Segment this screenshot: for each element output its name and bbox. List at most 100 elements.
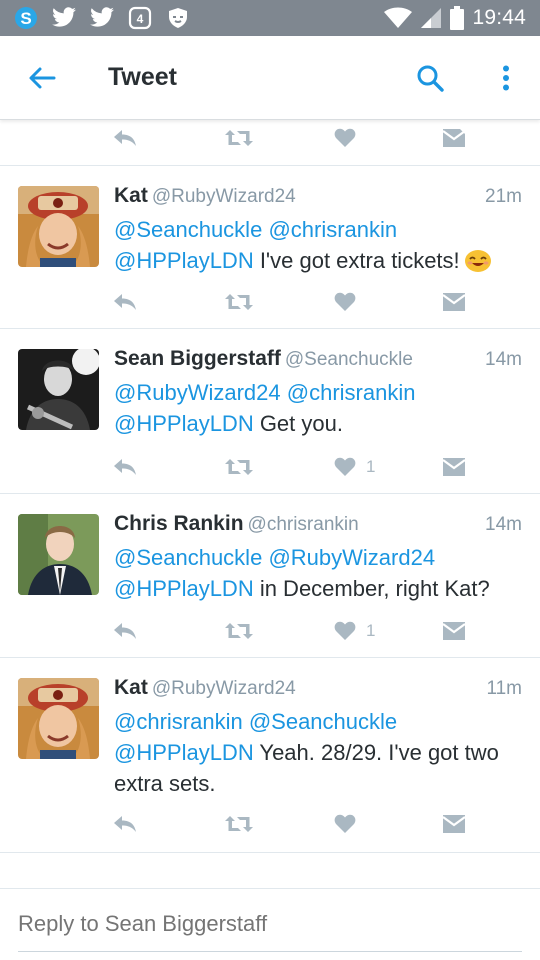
- shield-icon: [164, 4, 192, 32]
- tweet-text-segment: I've got extra tickets!: [253, 248, 460, 273]
- author-name[interactable]: Sean Biggerstaff: [114, 347, 281, 370]
- direct-message-icon: [442, 293, 466, 311]
- tweet[interactable]: Kat @RubyWizard24 11m @chrisrankin @Seanc…: [0, 658, 540, 852]
- reply-icon: [114, 816, 136, 832]
- mention-link[interactable]: @Seanchuckle: [114, 545, 262, 570]
- direct-message-icon: [442, 458, 466, 476]
- mention-link[interactable]: @HPPlayLDN: [114, 248, 254, 273]
- like-button[interactable]: [334, 809, 366, 839]
- author-name[interactable]: Kat: [114, 184, 148, 207]
- author-name[interactable]: Kat: [114, 676, 148, 699]
- like-button[interactable]: 1: [334, 616, 375, 646]
- retweet-button[interactable]: [224, 809, 254, 839]
- retweet-icon: [225, 130, 253, 146]
- mention-link[interactable]: @RubyWizard24: [114, 380, 281, 405]
- like-button[interactable]: [334, 123, 356, 153]
- direct-message-button[interactable]: [442, 287, 466, 317]
- battery-icon: [450, 6, 465, 30]
- avatar[interactable]: [18, 186, 99, 267]
- avatar[interactable]: [18, 678, 99, 759]
- reply-composer: [0, 888, 540, 960]
- smiling-face-emoji: [464, 248, 492, 272]
- direct-message-button[interactable]: [442, 123, 466, 153]
- back-button[interactable]: [24, 60, 60, 96]
- reply-icon: [114, 294, 136, 310]
- tweet-text: @RubyWizard24 @chrisrankin @HPPlayLDN Ge…: [114, 377, 514, 439]
- twitter-icon: [50, 4, 78, 32]
- tweet-body: Sean Biggerstaff @Seanchuckle 14m @RubyWi…: [114, 347, 522, 439]
- tweet-actions: 1: [0, 612, 540, 656]
- tweet[interactable]: Sean Biggerstaff @Seanchuckle 14m @RubyWi…: [0, 329, 540, 493]
- tweet-actions: [0, 283, 540, 327]
- like-button[interactable]: 1: [334, 452, 375, 482]
- reply-icon: [114, 459, 136, 475]
- retweet-icon: [225, 459, 253, 475]
- reply-icon: [114, 130, 136, 146]
- status-bar-system: 19:44: [384, 4, 526, 32]
- tweet[interactable]: Kat @RubyWizard24 21m @Seanchuckle @chris…: [0, 166, 540, 328]
- mention-link[interactable]: @RubyWizard24: [268, 545, 435, 570]
- author-handle[interactable]: @chrisrankin: [248, 514, 359, 535]
- notification-icon: 4: [126, 4, 154, 32]
- tweet[interactable]: Chris Rankin @chrisrankin 14m @Seanchuckl…: [0, 494, 540, 657]
- status-bar-notifications: S 4: [12, 4, 192, 32]
- reply-icon: [114, 623, 136, 639]
- more-options-button[interactable]: [492, 60, 520, 96]
- mention-link[interactable]: @Seanchuckle: [249, 709, 397, 734]
- avatar[interactable]: [18, 349, 99, 430]
- retweet-button[interactable]: [224, 287, 254, 317]
- reply-button[interactable]: [112, 287, 138, 317]
- tweet-timestamp: 14m: [485, 349, 522, 370]
- retweet-button[interactable]: [224, 123, 254, 153]
- author-handle[interactable]: @Seanchuckle: [285, 349, 413, 370]
- heart-icon: [334, 292, 356, 311]
- mention-link[interactable]: @chrisrankin: [114, 709, 243, 734]
- tweet-timestamp: 11m: [486, 678, 522, 699]
- direct-message-button[interactable]: [442, 452, 466, 482]
- like-button[interactable]: [334, 287, 366, 317]
- author-handle[interactable]: @RubyWizard24: [152, 678, 296, 699]
- reply-button[interactable]: [112, 616, 138, 646]
- author-handle[interactable]: @RubyWizard24: [152, 186, 296, 207]
- retweet-button[interactable]: [224, 616, 254, 646]
- reply-button[interactable]: [112, 809, 138, 839]
- mention-link[interactable]: @HPPlayLDN: [114, 411, 254, 436]
- reply-underline: [18, 951, 522, 952]
- reply-button[interactable]: [112, 452, 138, 482]
- mention-link[interactable]: @chrisrankin: [287, 380, 416, 405]
- direct-message-button[interactable]: [442, 616, 466, 646]
- tweet-text: @chrisrankin @Seanchuckle @HPPlayLDN Yea…: [114, 706, 499, 799]
- author-name[interactable]: Chris Rankin: [114, 512, 244, 535]
- tweet-header: Sean Biggerstaff @Seanchuckle 14m: [114, 347, 522, 377]
- tweet-text: @Seanchuckle @chrisrankin @HPPlayLDN I'v…: [114, 214, 514, 276]
- search-button[interactable]: [412, 60, 448, 96]
- tweet-text-segment: Get you.: [253, 411, 343, 436]
- direct-message-icon: [442, 622, 466, 640]
- more-vertical-icon: [503, 65, 509, 91]
- mention-link[interactable]: @HPPlayLDN: [114, 740, 254, 765]
- mention-link[interactable]: @HPPlayLDN: [114, 576, 254, 601]
- tweet-timestamp: 14m: [485, 514, 522, 535]
- svg-text:S: S: [20, 9, 31, 28]
- tweet-text: @Seanchuckle @RubyWizard24 @HPPlayLDN in…: [114, 542, 514, 604]
- heart-icon: [334, 621, 356, 640]
- wifi-icon: [384, 7, 413, 29]
- reply-button[interactable]: [112, 123, 138, 153]
- status-time: 19:44: [472, 6, 526, 29]
- retweet-button[interactable]: [224, 452, 254, 482]
- tweet-thread: Kat @RubyWizard24 21m @Seanchuckle @chris…: [0, 121, 540, 853]
- retweet-icon: [225, 294, 253, 310]
- like-count: 1: [366, 621, 376, 640]
- direct-message-button[interactable]: [442, 809, 466, 839]
- avatar[interactable]: [18, 514, 99, 595]
- tweet-body: Chris Rankin @chrisrankin 14m @Seanchuckl…: [114, 512, 522, 604]
- retweet-icon: [225, 623, 253, 639]
- heart-icon: [334, 457, 356, 476]
- tweet-actions-previous: [0, 121, 540, 165]
- reply-input[interactable]: [18, 911, 522, 937]
- app-bar: Tweet: [0, 36, 540, 120]
- mention-link[interactable]: @chrisrankin: [268, 217, 397, 242]
- mention-link[interactable]: @Seanchuckle: [114, 217, 262, 242]
- skype-icon: S: [12, 4, 40, 32]
- tweet-body: Kat @RubyWizard24 11m @chrisrankin @Seanc…: [114, 676, 522, 799]
